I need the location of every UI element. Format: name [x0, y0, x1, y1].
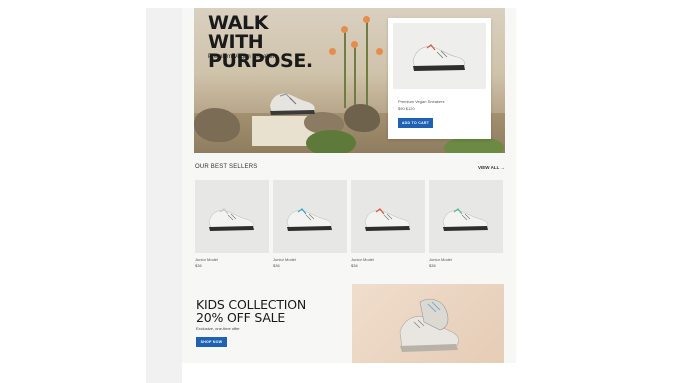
hero-bush — [306, 130, 356, 153]
featured-product-price: $90 $120 — [398, 106, 415, 111]
sneaker-image — [442, 208, 488, 231]
store-page: WALK WITH PURPOSE. Premium Vegan Sneaker… — [182, 8, 516, 363]
product-image[interactable] — [273, 180, 347, 253]
product-name[interactable]: Junior Model — [351, 257, 425, 262]
product-image[interactable] — [351, 180, 425, 253]
kids-promo-image[interactable] — [352, 284, 504, 363]
hero-flower — [329, 48, 336, 55]
product-price: $36 — [195, 263, 202, 268]
hero-rock — [194, 108, 240, 142]
kids-promo-title: KIDS COLLECTION 20% OFF SALE — [196, 298, 306, 324]
product-card[interactable]: Junior Model $36 — [351, 180, 425, 268]
hero-flower — [363, 16, 370, 23]
best-sellers-heading: OUR BEST SELLERS — [195, 164, 258, 170]
shop-now-button[interactable]: SHOP NOW — [196, 337, 227, 347]
product-name[interactable]: Junior Model — [195, 257, 269, 262]
product-price: $36 — [273, 263, 280, 268]
add-to-cart-button[interactable]: ADD TO CART — [398, 118, 433, 128]
sneaker-image — [364, 208, 410, 231]
featured-product-name[interactable]: Premium Vegan Sneakers — [398, 99, 444, 104]
left-sidebar-panel — [146, 8, 182, 383]
product-card[interactable]: Junior Model $36 — [273, 180, 347, 268]
hero-plant-stem — [366, 18, 368, 113]
kids-sneakers-image — [399, 298, 459, 352]
hero-flower — [341, 26, 348, 33]
hero-rock — [344, 104, 380, 132]
view-all-link[interactable]: VIEW ALL → — [478, 165, 505, 170]
featured-product-image[interactable] — [393, 23, 486, 89]
hero-plant-stem — [354, 43, 356, 113]
product-price: $36 — [351, 263, 358, 268]
product-price: $36 — [429, 263, 436, 268]
sneaker-image — [208, 208, 254, 231]
sneaker-image — [412, 44, 466, 71]
product-image[interactable] — [195, 180, 269, 253]
product-name[interactable]: Junior Model — [273, 257, 347, 262]
sneaker-image — [286, 208, 332, 231]
featured-product-card[interactable]: Premium Vegan Sneakers $90 $120 ADD TO C… — [388, 18, 491, 139]
hero-flower — [376, 48, 383, 55]
product-card[interactable]: Junior Model $36 — [195, 180, 269, 268]
hero-flower — [351, 41, 358, 48]
hero-subtitle: Premium Vegan Sneakers — [208, 54, 278, 60]
product-image[interactable] — [429, 180, 503, 253]
hero-sneaker-image — [270, 93, 315, 115]
product-name[interactable]: Junior Model — [429, 257, 503, 262]
hero-title: WALK WITH PURPOSE. — [208, 12, 313, 72]
hero-banner: WALK WITH PURPOSE. Premium Vegan Sneaker… — [194, 8, 505, 153]
product-card[interactable]: Junior Model $36 — [429, 180, 503, 268]
kids-promo-subtitle: Exclusive, one-time offer — [196, 326, 240, 331]
kids-promo-title-line2: 20% OFF SALE — [196, 310, 286, 325]
hero-plant-stem — [344, 28, 346, 108]
